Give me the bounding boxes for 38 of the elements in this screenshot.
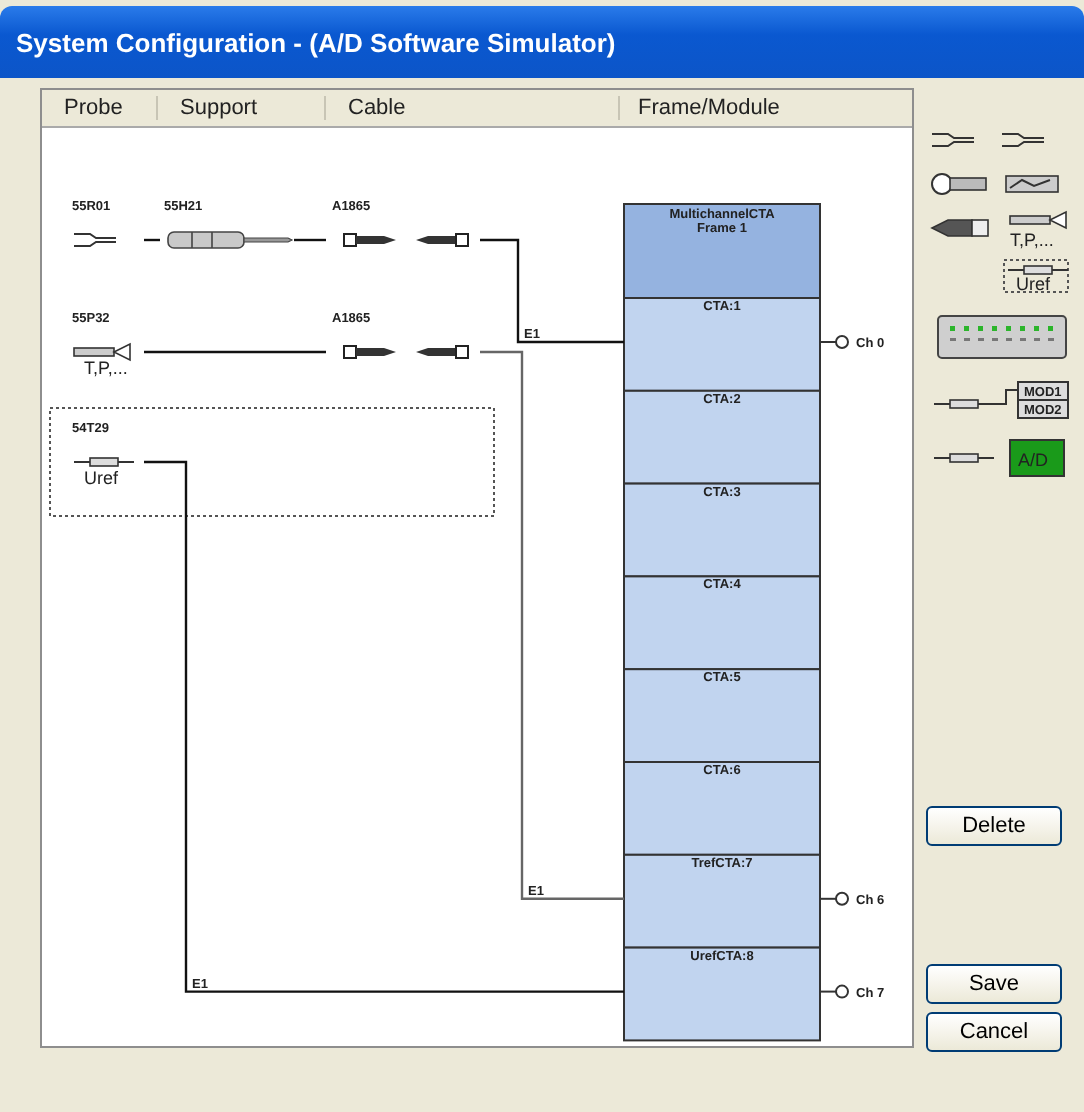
probe-note: Uref [1016,274,1051,294]
delete-button[interactable]: Delete [926,806,1062,846]
frame-unit-icon [937,315,1067,359]
output-port-icon [819,891,849,906]
probe-note: T,P,... [1010,230,1054,250]
probe-icon [933,399,995,409]
probe-icon [1001,133,1045,147]
column-header[interactable]: Probe [64,96,123,120]
column-header[interactable]: Frame/Module [638,96,780,120]
wire [144,238,160,242]
board-label: A/D [1018,450,1049,470]
selection-box [1003,259,1069,293]
probe-icon [1009,210,1067,230]
module-stack [993,381,1069,419]
wire-probe-icon [931,173,987,195]
probe-icon [73,457,135,467]
cable-icon [343,233,469,247]
probe-icon [933,453,995,463]
column-header[interactable]: Cable [348,96,406,120]
cable-icon [343,345,469,359]
probe-icon [1007,265,1069,275]
cancel-button[interactable]: Cancel [926,1012,1062,1052]
save-button[interactable]: Save [926,964,1062,1004]
output-port-icon [819,984,849,999]
wire [480,238,624,344]
window-title: System Configuration - (A/D Software Simulator) [16,27,616,57]
probe-note: T,P,... [84,358,128,378]
probe-holder-icon [167,231,294,249]
output-port-icon [819,335,849,349]
film-probe-icon [1005,175,1059,193]
probe-icon [931,133,975,147]
board-icon [1009,439,1065,477]
column-header[interactable]: Support [180,96,258,120]
probe-note: Uref [84,468,119,488]
wire [294,238,326,242]
probe-icon [930,219,989,237]
probe-icon [73,342,131,362]
probe-icon [73,233,117,247]
